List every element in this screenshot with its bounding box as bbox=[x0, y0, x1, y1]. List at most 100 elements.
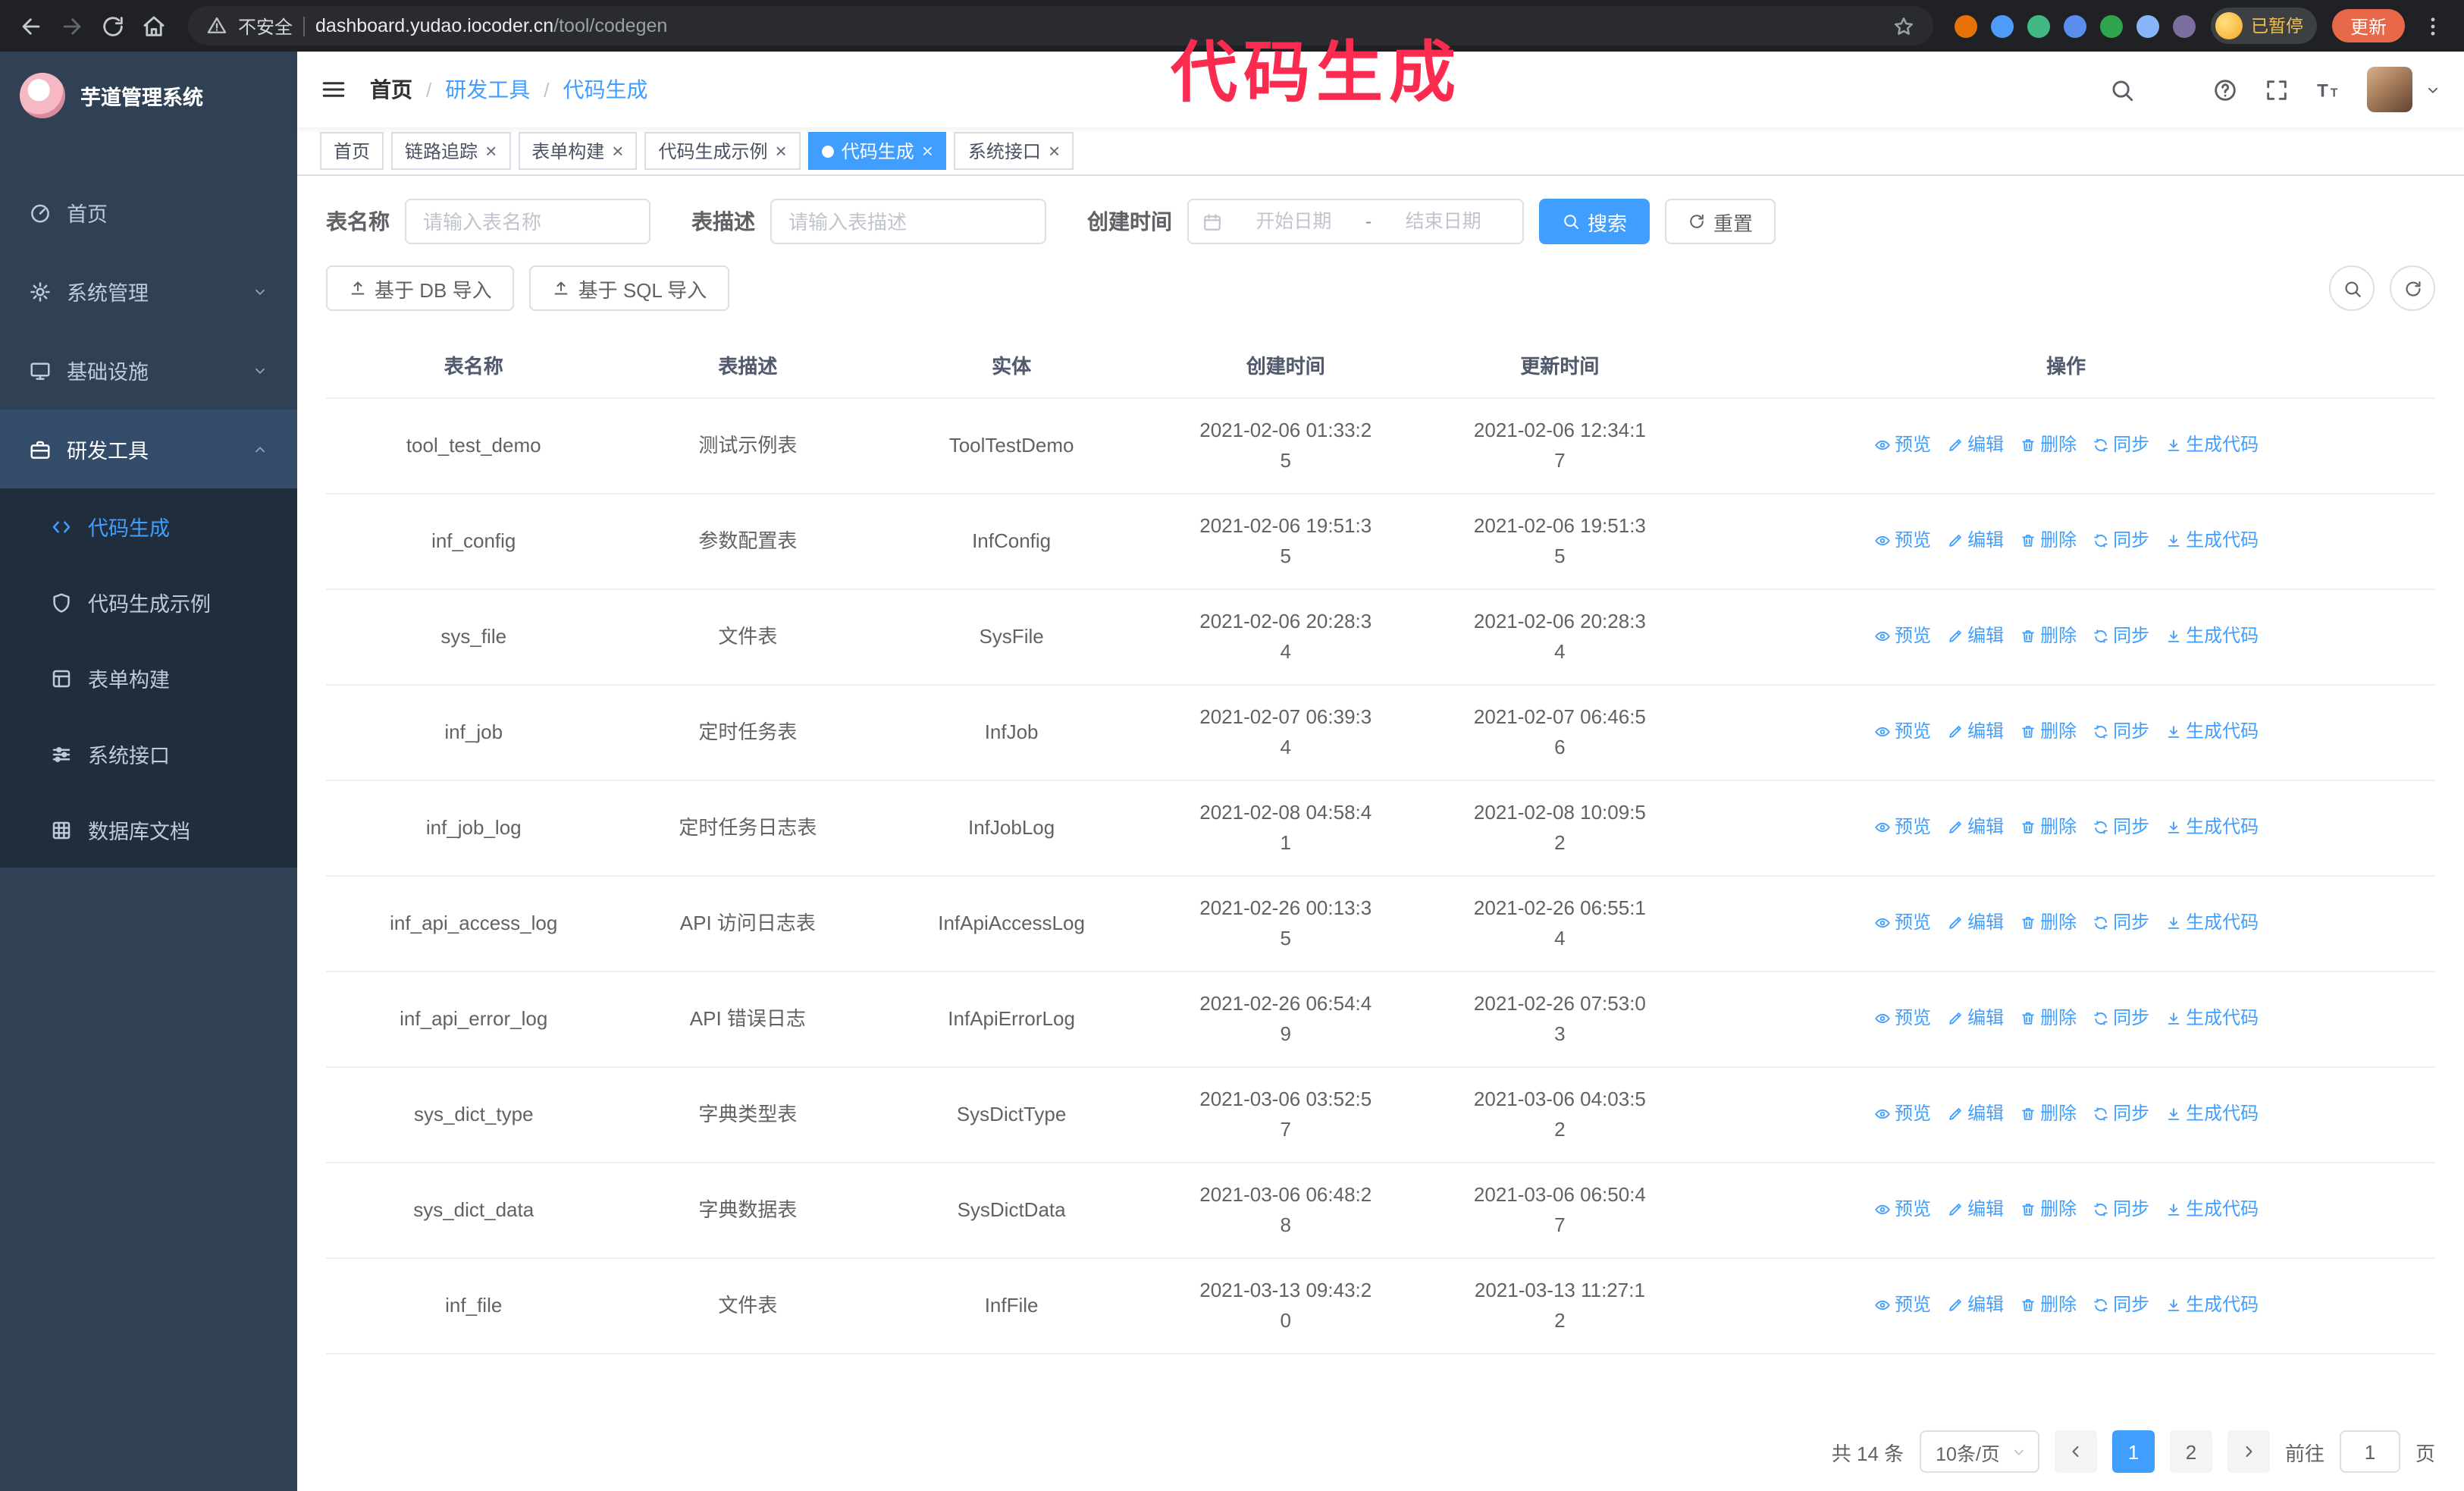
edit-link[interactable]: 编辑 bbox=[1946, 908, 2004, 938]
bookmark-star-icon[interactable] bbox=[1893, 14, 1916, 37]
edit-link[interactable]: 编辑 bbox=[1946, 430, 2004, 460]
sync-link[interactable]: 同步 bbox=[2092, 1003, 2149, 1034]
browser-forward-icon[interactable] bbox=[59, 13, 85, 39]
tab-close-icon[interactable]: × bbox=[612, 141, 623, 161]
tab-system-api[interactable]: 系统接口 × bbox=[954, 132, 1074, 170]
preview-link[interactable]: 预览 bbox=[1873, 1099, 1931, 1129]
preview-link[interactable]: 预览 bbox=[1873, 621, 1931, 651]
edit-link[interactable]: 编辑 bbox=[1946, 717, 2004, 747]
edit-link[interactable]: 编辑 bbox=[1946, 526, 2004, 556]
next-page-button[interactable] bbox=[2227, 1430, 2270, 1473]
tab-close-icon[interactable]: × bbox=[776, 141, 787, 161]
preview-link[interactable]: 预览 bbox=[1873, 717, 1931, 747]
generate-code-link[interactable]: 生成代码 bbox=[2165, 430, 2259, 460]
sync-link[interactable]: 同步 bbox=[2092, 1194, 2149, 1225]
sync-link[interactable]: 同步 bbox=[2092, 430, 2149, 460]
search-icon[interactable] bbox=[2109, 77, 2135, 102]
tab-form-builder[interactable]: 表单构建 × bbox=[518, 132, 638, 170]
browser-reload-icon[interactable] bbox=[100, 13, 126, 39]
sidebar-item-codegen-example[interactable]: 代码生成示例 bbox=[0, 564, 297, 640]
generate-code-link[interactable]: 生成代码 bbox=[2165, 621, 2259, 651]
preview-link[interactable]: 预览 bbox=[1873, 908, 1931, 938]
browser-menu-icon[interactable] bbox=[2420, 13, 2446, 39]
toggle-search-button[interactable] bbox=[2329, 265, 2375, 311]
help-icon[interactable] bbox=[2212, 77, 2238, 102]
edit-link[interactable]: 编辑 bbox=[1946, 1194, 2004, 1225]
tab-codegen-example[interactable]: 代码生成示例 × bbox=[644, 132, 801, 170]
extension-icon[interactable] bbox=[2064, 14, 2087, 37]
sync-link[interactable]: 同步 bbox=[2092, 812, 2149, 843]
generate-code-link[interactable]: 生成代码 bbox=[2165, 908, 2259, 938]
tab-close-icon[interactable]: × bbox=[485, 141, 497, 161]
tab-codegen[interactable]: 代码生成 × bbox=[807, 132, 947, 170]
sidebar-item-db-doc[interactable]: 数据库文档 bbox=[0, 792, 297, 868]
edit-link[interactable]: 编辑 bbox=[1946, 1099, 2004, 1129]
extension-icon[interactable] bbox=[2027, 14, 2051, 37]
sync-link[interactable]: 同步 bbox=[2092, 1290, 2149, 1320]
generate-code-link[interactable]: 生成代码 bbox=[2165, 1003, 2259, 1034]
edit-link[interactable]: 编辑 bbox=[1946, 812, 2004, 843]
extension-icon[interactable] bbox=[2173, 14, 2196, 37]
address-bar[interactable]: 不安全 dashboard.yudao.iocoder.cn/tool/code… bbox=[188, 6, 1934, 46]
generate-code-link[interactable]: 生成代码 bbox=[2165, 1290, 2259, 1320]
preview-link[interactable]: 预览 bbox=[1873, 1003, 1931, 1034]
generate-code-link[interactable]: 生成代码 bbox=[2165, 1194, 2259, 1225]
sidebar-item-system-api[interactable]: 系统接口 bbox=[0, 716, 297, 792]
prev-page-button[interactable] bbox=[2054, 1430, 2097, 1473]
user-avatar[interactable] bbox=[2367, 67, 2412, 112]
sidebar-item-form-builder[interactable]: 表单构建 bbox=[0, 640, 297, 716]
github-icon[interactable] bbox=[2161, 77, 2187, 102]
update-button[interactable]: 更新 bbox=[2331, 9, 2405, 42]
delete-link[interactable]: 删除 bbox=[2019, 621, 2077, 651]
delete-link[interactable]: 删除 bbox=[2019, 908, 2077, 938]
sidebar-item-codegen[interactable]: 代码生成 bbox=[0, 488, 297, 564]
sync-link[interactable]: 同步 bbox=[2092, 1099, 2149, 1129]
delete-link[interactable]: 删除 bbox=[2019, 717, 2077, 747]
page-button-2[interactable]: 2 bbox=[2169, 1430, 2212, 1473]
generate-code-link[interactable]: 生成代码 bbox=[2165, 526, 2259, 556]
profile-chip[interactable]: 已暂停 bbox=[2211, 8, 2317, 44]
delete-link[interactable]: 删除 bbox=[2019, 1194, 2077, 1225]
browser-back-icon[interactable] bbox=[18, 13, 44, 39]
refresh-table-button[interactable] bbox=[2390, 265, 2435, 311]
delete-link[interactable]: 删除 bbox=[2019, 1003, 2077, 1034]
preview-link[interactable]: 预览 bbox=[1873, 526, 1931, 556]
import-db-button[interactable]: 基于 DB 导入 bbox=[326, 265, 515, 311]
start-date-input[interactable] bbox=[1228, 211, 1359, 232]
sidebar-item-infrastructure[interactable]: 基础设施 bbox=[0, 331, 297, 410]
delete-link[interactable]: 删除 bbox=[2019, 812, 2077, 843]
goto-page-input[interactable] bbox=[2339, 1430, 2400, 1473]
sync-link[interactable]: 同步 bbox=[2092, 717, 2149, 747]
extension-icon[interactable] bbox=[2100, 14, 2124, 37]
tab-home[interactable]: 首页 bbox=[320, 132, 384, 170]
preview-link[interactable]: 预览 bbox=[1873, 812, 1931, 843]
table-desc-input[interactable] bbox=[770, 199, 1046, 244]
extension-icon[interactable] bbox=[2136, 14, 2160, 37]
edit-link[interactable]: 编辑 bbox=[1946, 1290, 2004, 1320]
fullscreen-icon[interactable] bbox=[2264, 77, 2290, 102]
preview-link[interactable]: 预览 bbox=[1873, 430, 1931, 460]
delete-link[interactable]: 删除 bbox=[2019, 430, 2077, 460]
extension-icon[interactable] bbox=[1955, 14, 1978, 37]
search-button[interactable]: 搜索 bbox=[1539, 199, 1651, 244]
breadcrumb-item[interactable]: 研发工具 bbox=[445, 74, 530, 105]
sidebar-item-system[interactable]: 系统管理 bbox=[0, 252, 297, 331]
sync-link[interactable]: 同步 bbox=[2092, 621, 2149, 651]
sync-link[interactable]: 同步 bbox=[2092, 526, 2149, 556]
generate-code-link[interactable]: 生成代码 bbox=[2165, 1099, 2259, 1129]
edit-link[interactable]: 编辑 bbox=[1946, 1003, 2004, 1034]
date-range-picker[interactable]: - bbox=[1187, 199, 1524, 244]
extension-icon[interactable] bbox=[1991, 14, 2014, 37]
tab-close-icon[interactable]: × bbox=[922, 141, 933, 161]
preview-link[interactable]: 预览 bbox=[1873, 1194, 1931, 1225]
breadcrumb-item[interactable]: 首页 bbox=[370, 74, 412, 105]
delete-link[interactable]: 删除 bbox=[2019, 1290, 2077, 1320]
tab-close-icon[interactable]: × bbox=[1049, 141, 1060, 161]
reset-button[interactable]: 重置 bbox=[1665, 199, 1776, 244]
end-date-input[interactable] bbox=[1378, 211, 1509, 232]
edit-link[interactable]: 编辑 bbox=[1946, 621, 2004, 651]
delete-link[interactable]: 删除 bbox=[2019, 526, 2077, 556]
sidebar-item-home[interactable]: 首页 bbox=[0, 173, 297, 252]
preview-link[interactable]: 预览 bbox=[1873, 1290, 1931, 1320]
page-size-select[interactable]: 10条/页 bbox=[1919, 1430, 2039, 1473]
